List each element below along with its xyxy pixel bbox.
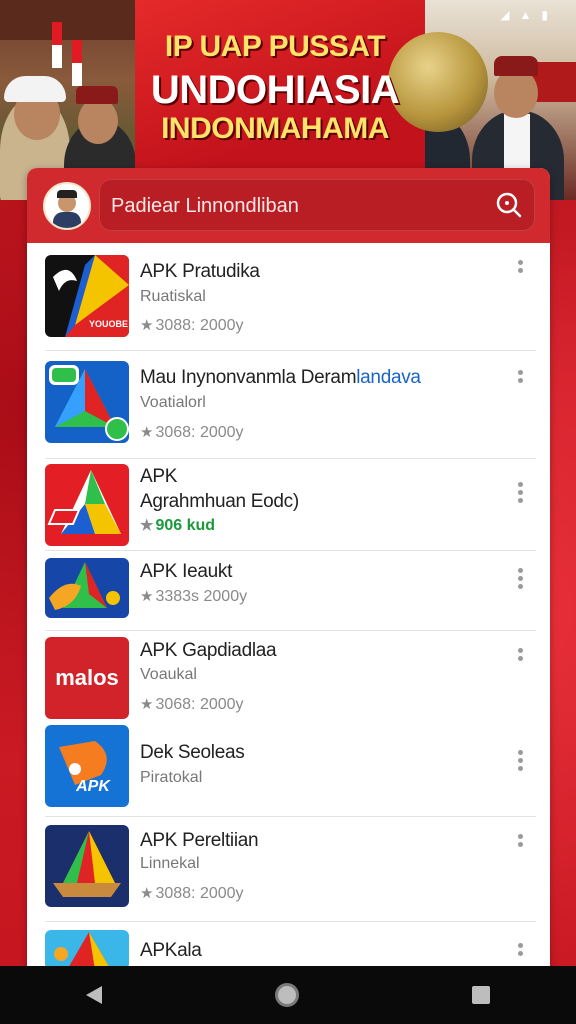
star-icon: ★: [140, 588, 154, 605]
avatar[interactable]: [43, 182, 91, 230]
search-input[interactable]: [109, 179, 483, 233]
app-subtitle: Linnekal: [140, 855, 200, 872]
app-icon: [45, 464, 129, 546]
star-icon: ★: [140, 517, 154, 534]
status-bar: ◢ ▲ ▮: [500, 8, 548, 22]
list-item[interactable]: APK Agrahmhuan Eodc) ★ 906 kud: [27, 459, 550, 551]
list-item[interactable]: YOUOBE APK Pratudika Ruatiskal ★ 3088: 20…: [27, 243, 550, 351]
banner-title-line3: INDONMAHAMA: [161, 112, 389, 145]
system-nav-bar: [0, 966, 576, 1024]
star-icon: ★: [140, 885, 154, 902]
search-icon: [496, 192, 522, 218]
app-title-highlight: landava: [356, 367, 421, 388]
app-meta: ★ 3383s 2000y: [140, 588, 248, 605]
list-item[interactable]: APK Pereltiian Linnekal ★ 3088: 2000y: [27, 817, 550, 922]
star-icon: ★: [140, 696, 154, 713]
back-triangle-icon[interactable]: [86, 986, 103, 1004]
app-title: APK: [140, 466, 178, 487]
app-icon: malos: [45, 637, 129, 719]
banner-title-line2: UNDOHIASIA: [150, 68, 400, 112]
more-button[interactable]: [510, 645, 530, 675]
app-icon: APK: [45, 725, 129, 807]
more-button[interactable]: [510, 479, 530, 509]
app-icon: YOUOBE: [45, 255, 129, 337]
more-button[interactable]: [510, 831, 530, 861]
app-icon: [45, 361, 129, 443]
list-item[interactable]: APK Dek Seoleas Piratokal: [27, 725, 550, 817]
search-bar: [99, 179, 535, 233]
app-title: APK Ieaukt: [140, 561, 233, 582]
app-subtitle: Voatialorl: [140, 394, 206, 411]
app-icon-label: YOUOBE: [89, 319, 128, 329]
list-item[interactable]: malos APK Gapdiadlaa Voaukal ★ 3068: 2000…: [27, 631, 550, 739]
battery-icon: ▮: [541, 8, 548, 22]
app-icon: [45, 825, 129, 907]
app-title: Dek Seoleas: [140, 742, 245, 763]
gold-emblem: [388, 32, 488, 132]
search-button[interactable]: [493, 189, 525, 221]
star-icon: ★: [140, 317, 154, 334]
app-title: APK Gapdiadlaa: [140, 640, 277, 661]
app-meta: ★ 3068: 2000y: [140, 424, 244, 441]
recent-square-icon[interactable]: [471, 986, 490, 1004]
banner-title-line1: IP UAP PUSSAT: [164, 30, 386, 63]
app-meta: ★ 906 kud: [140, 517, 216, 534]
list-item[interactable]: APK Ieaukt ★ 3383s 2000y: [27, 551, 550, 631]
app-meta: ★ 3088: 2000y: [140, 317, 244, 334]
app-list-card: YOUOBE APK Pratudika Ruatiskal ★3088: 20…: [27, 168, 550, 968]
app-title: APK Pereltiian: [140, 830, 259, 851]
more-button[interactable]: [510, 257, 530, 287]
more-button[interactable]: [510, 747, 530, 777]
more-button[interactable]: [510, 367, 530, 397]
list-item[interactable]: Mau Inynonvanmla Deramlandava Voatialorl…: [27, 351, 550, 459]
wifi-icon: ▲: [519, 8, 532, 22]
card-header: [27, 168, 550, 243]
more-button[interactable]: [510, 940, 530, 968]
app-title: APKala: [140, 940, 202, 961]
app-icon: [45, 558, 129, 618]
list-item[interactable]: APKala: [27, 922, 550, 968]
app-icon-label: malos: [55, 665, 119, 690]
more-button[interactable]: [510, 565, 530, 595]
star-icon: ★: [140, 424, 154, 441]
app-icon-label: APK: [75, 778, 111, 795]
app-subtitle: Piratokal: [140, 769, 203, 786]
signal-icon: ◢: [500, 8, 510, 22]
app-title: APK Pratudika: [140, 261, 260, 282]
home-circle-icon[interactable]: [274, 983, 299, 1007]
app-icon: [45, 930, 129, 968]
app-meta: ★ 3088: 2000y: [140, 885, 244, 902]
app-subtitle: Voaukal: [140, 666, 197, 683]
app-meta: ★ 3068: 2000y: [140, 696, 244, 713]
app-subtitle: Agrahmhuan Eodc): [140, 491, 299, 512]
app-title: Mau Inynonvanmla Deramlandava: [140, 367, 421, 388]
app-subtitle: Ruatiskal: [140, 288, 206, 305]
